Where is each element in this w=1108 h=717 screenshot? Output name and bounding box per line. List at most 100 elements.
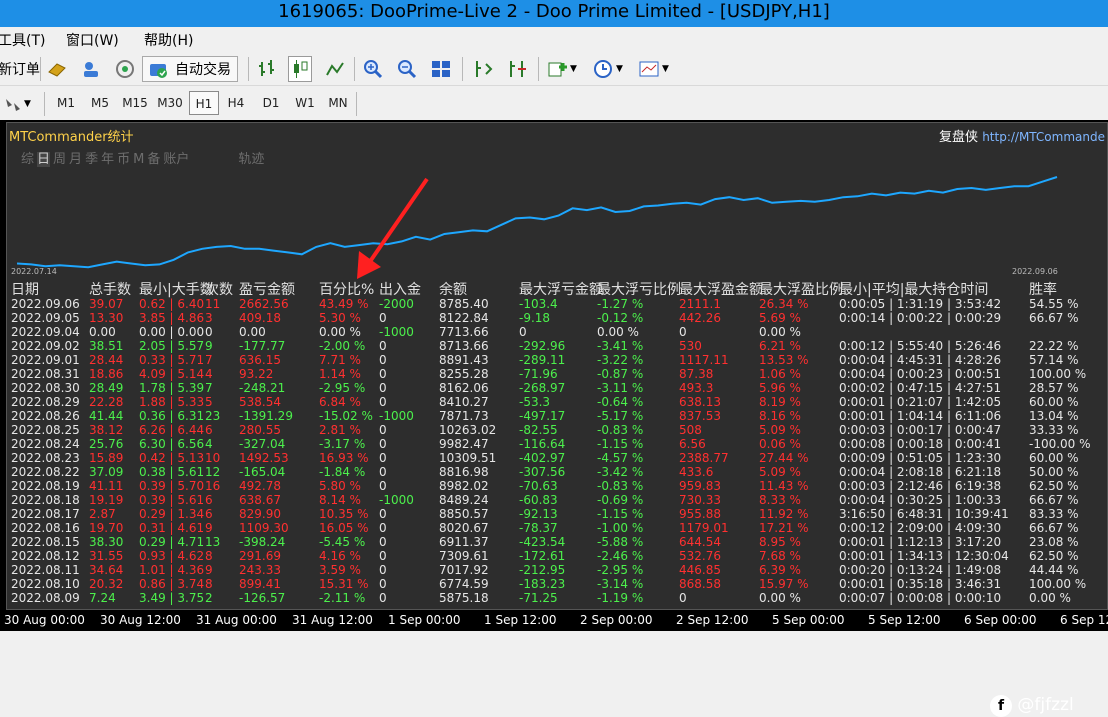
auto-scroll-button[interactable] bbox=[472, 56, 494, 82]
bar-chart-button[interactable] bbox=[256, 56, 278, 82]
table-row[interactable]: 2022.08.18 19.19 0.39 | 5.61 6 638.67 8.14 % -… bbox=[7, 493, 1107, 507]
table-row[interactable]: 2022.08.15 38.30 0.29 | 4.71 13 -398.24 -5.45… bbox=[7, 535, 1107, 549]
auto-trading-button[interactable]: 自动交易 bbox=[142, 56, 238, 82]
timeframe-w1[interactable]: W1 bbox=[290, 91, 320, 115]
zoom-out-icon bbox=[398, 60, 417, 79]
panel-scrollbar[interactable] bbox=[1099, 303, 1107, 383]
table-row[interactable]: 2022.08.10 20.32 0.86 | 3.74 8 899.41 15.31 %… bbox=[7, 577, 1107, 591]
table-cell: 39.07 bbox=[89, 297, 124, 311]
stats-tab[interactable]: 日 bbox=[37, 152, 51, 167]
table-cell: 37.09 bbox=[89, 465, 124, 479]
column-header[interactable]: 余额 bbox=[439, 279, 467, 299]
table-cell: 6774.59 bbox=[439, 577, 489, 591]
table-row[interactable]: 2022.08.17 2.87 0.29 | 1.34 6 829.90 10.35 % 0… bbox=[7, 507, 1107, 521]
table-row[interactable]: 2022.09.05 13.30 3.85 | 4.86 3 409.18 5.30 % 0… bbox=[7, 311, 1107, 325]
table-cell: 2.05 | 5.57 bbox=[139, 339, 205, 353]
timeframe-m1[interactable]: M1 bbox=[51, 91, 81, 115]
stats-tab[interactable]: 年 bbox=[101, 152, 114, 167]
table-row[interactable]: 2022.09.01 28.44 0.33 | 5.71 7 636.15 7.71 % 0… bbox=[7, 353, 1107, 367]
line-chart-button[interactable] bbox=[324, 56, 346, 82]
table-cell: -1000 bbox=[379, 493, 414, 507]
time-axis-label: 30 Aug 12:00 bbox=[100, 613, 181, 627]
table-row[interactable]: 2022.09.06 39.07 0.62 | 6.40 11 2662.56 43.49… bbox=[7, 297, 1107, 311]
timeframe-m5[interactable]: M5 bbox=[85, 91, 115, 115]
menu-help[interactable]: 帮助(H) bbox=[144, 30, 193, 50]
table-cell: 6 bbox=[205, 507, 213, 521]
stats-tab[interactable]: 备 bbox=[147, 152, 160, 167]
table-row[interactable]: 2022.08.09 7.24 3.49 | 3.75 2 -126.57 -2.11 %… bbox=[7, 591, 1107, 605]
menu-tools[interactable]: 工具(T) bbox=[0, 30, 45, 50]
navigator-button[interactable] bbox=[80, 56, 102, 82]
table-row[interactable]: 2022.09.04 0.00 0.00 | 0.00 0 0.00 0.00 % -100… bbox=[7, 325, 1107, 339]
new-order-button[interactable]: 新订单 bbox=[0, 56, 40, 82]
column-header[interactable]: 最小|大手数 bbox=[139, 279, 214, 299]
stats-tab[interactable]: 综 bbox=[21, 152, 34, 167]
stats-tab[interactable]: M bbox=[133, 152, 144, 167]
chart-area[interactable]: MTCommander统计 复盘侠 http://MTCommande 综日周月… bbox=[0, 120, 1108, 717]
table-cell: 8816.98 bbox=[439, 465, 489, 479]
column-header[interactable]: 总手数 bbox=[89, 279, 131, 299]
timeframe-mn[interactable]: MN bbox=[323, 91, 353, 115]
column-header[interactable]: 最小|平均|最大持仓时间 bbox=[839, 279, 988, 299]
column-header[interactable]: 胜率 bbox=[1029, 279, 1057, 299]
table-cell: 2022.08.12 bbox=[11, 549, 80, 563]
timeframe-d1[interactable]: D1 bbox=[256, 91, 286, 115]
table-row[interactable]: 2022.08.16 19.70 0.31 | 4.61 9 1109.30 16.05 … bbox=[7, 521, 1107, 535]
candlestick-button[interactable] bbox=[288, 56, 312, 82]
table-cell: 60.00 % bbox=[1029, 451, 1079, 465]
zoom-in-button[interactable] bbox=[362, 56, 384, 82]
column-header[interactable]: 最大浮盈比例 bbox=[759, 279, 843, 299]
table-cell: 44.44 % bbox=[1029, 563, 1079, 577]
table-cell: 0 bbox=[379, 311, 387, 325]
table-row[interactable]: 2022.08.12 31.55 0.93 | 4.62 8 291.69 4.16 % 0… bbox=[7, 549, 1107, 563]
stats-tab[interactable]: 账户 bbox=[163, 152, 189, 167]
chart-shift-button[interactable] bbox=[506, 56, 528, 82]
templates-button[interactable]: ▼ bbox=[638, 56, 669, 82]
table-cell: 4.16 % bbox=[319, 549, 361, 563]
timeframe-h1[interactable]: H1 bbox=[189, 91, 219, 115]
table-cell: 8891.43 bbox=[439, 353, 489, 367]
menu-window[interactable]: 窗口(W) bbox=[66, 30, 119, 50]
terminal-button[interactable] bbox=[114, 56, 136, 82]
robot-icon bbox=[150, 64, 167, 78]
timeframe-h4[interactable]: H4 bbox=[221, 91, 251, 115]
table-row[interactable]: 2022.08.26 41.44 0.36 | 6.31 23 -1391.29 -15.… bbox=[7, 409, 1107, 423]
table-row[interactable]: 2022.08.29 22.28 1.88 | 5.33 5 538.54 6.84 % 0… bbox=[7, 395, 1107, 409]
toolbar-separator bbox=[354, 57, 355, 81]
drawing-tools-button[interactable]: ▼ bbox=[2, 91, 31, 117]
table-cell: -2000 bbox=[379, 297, 414, 311]
table-row[interactable]: 2022.08.25 38.12 6.26 | 6.44 6 280.55 2.81 % 0… bbox=[7, 423, 1107, 437]
table-cell: 4 bbox=[205, 437, 213, 451]
brand-url[interactable]: http://MTCommande bbox=[982, 130, 1105, 144]
stats-tab[interactable]: 周 bbox=[53, 152, 66, 167]
table-cell: 0 bbox=[379, 381, 387, 395]
column-header[interactable]: 最大浮亏金额 bbox=[519, 279, 603, 299]
stats-tab[interactable]: 轨迹 bbox=[238, 152, 264, 167]
column-header[interactable]: 最大浮盈金额 bbox=[679, 279, 763, 299]
table-row[interactable]: 2022.08.19 41.11 0.39 | 5.70 16 492.78 5.80 %… bbox=[7, 479, 1107, 493]
table-row[interactable]: 2022.08.11 34.64 1.01 | 4.36 9 243.33 3.59 % 0… bbox=[7, 563, 1107, 577]
column-header[interactable]: 盈亏金额 bbox=[239, 279, 295, 299]
table-row[interactable]: 2022.08.30 28.49 1.78 | 5.39 7 -248.21 -2.95 … bbox=[7, 381, 1107, 395]
tile-windows-button[interactable] bbox=[430, 56, 452, 82]
stats-tab[interactable]: 币 bbox=[117, 152, 130, 167]
timeframe-m15[interactable]: M15 bbox=[119, 91, 151, 115]
column-header[interactable]: 次数 bbox=[205, 279, 233, 299]
time-axis-label: 2 Sep 00:00 bbox=[580, 613, 653, 627]
table-row[interactable]: 2022.08.22 37.09 0.38 | 5.61 12 -165.04 -1.84… bbox=[7, 465, 1107, 479]
periods-button[interactable]: ▼ bbox=[592, 56, 623, 82]
stats-tab[interactable]: 季 bbox=[85, 152, 98, 167]
stats-tab[interactable]: 月 bbox=[69, 152, 82, 167]
table-cell: 100.00 % bbox=[1029, 367, 1087, 381]
table-cell: 959.83 bbox=[679, 479, 721, 493]
indicators-button[interactable]: ▼ bbox=[546, 56, 577, 82]
zoom-out-button[interactable] bbox=[396, 56, 418, 82]
column-header[interactable]: 日期 bbox=[11, 279, 39, 299]
table-row[interactable]: 2022.08.31 18.86 4.09 | 5.14 4 93.22 1.14 % 0 8… bbox=[7, 367, 1107, 381]
table-row[interactable]: 2022.08.23 15.89 0.42 | 5.13 10 1492.53 16.93… bbox=[7, 451, 1107, 465]
market-watch-button[interactable] bbox=[46, 56, 68, 82]
column-header[interactable]: 最大浮亏比例 bbox=[597, 279, 681, 299]
timeframe-m30[interactable]: M30 bbox=[154, 91, 186, 115]
table-row[interactable]: 2022.08.24 25.76 6.30 | 6.56 4 -327.04 -3.17 … bbox=[7, 437, 1107, 451]
table-row[interactable]: 2022.09.02 38.51 2.05 | 5.57 9 -177.77 -2.00 … bbox=[7, 339, 1107, 353]
